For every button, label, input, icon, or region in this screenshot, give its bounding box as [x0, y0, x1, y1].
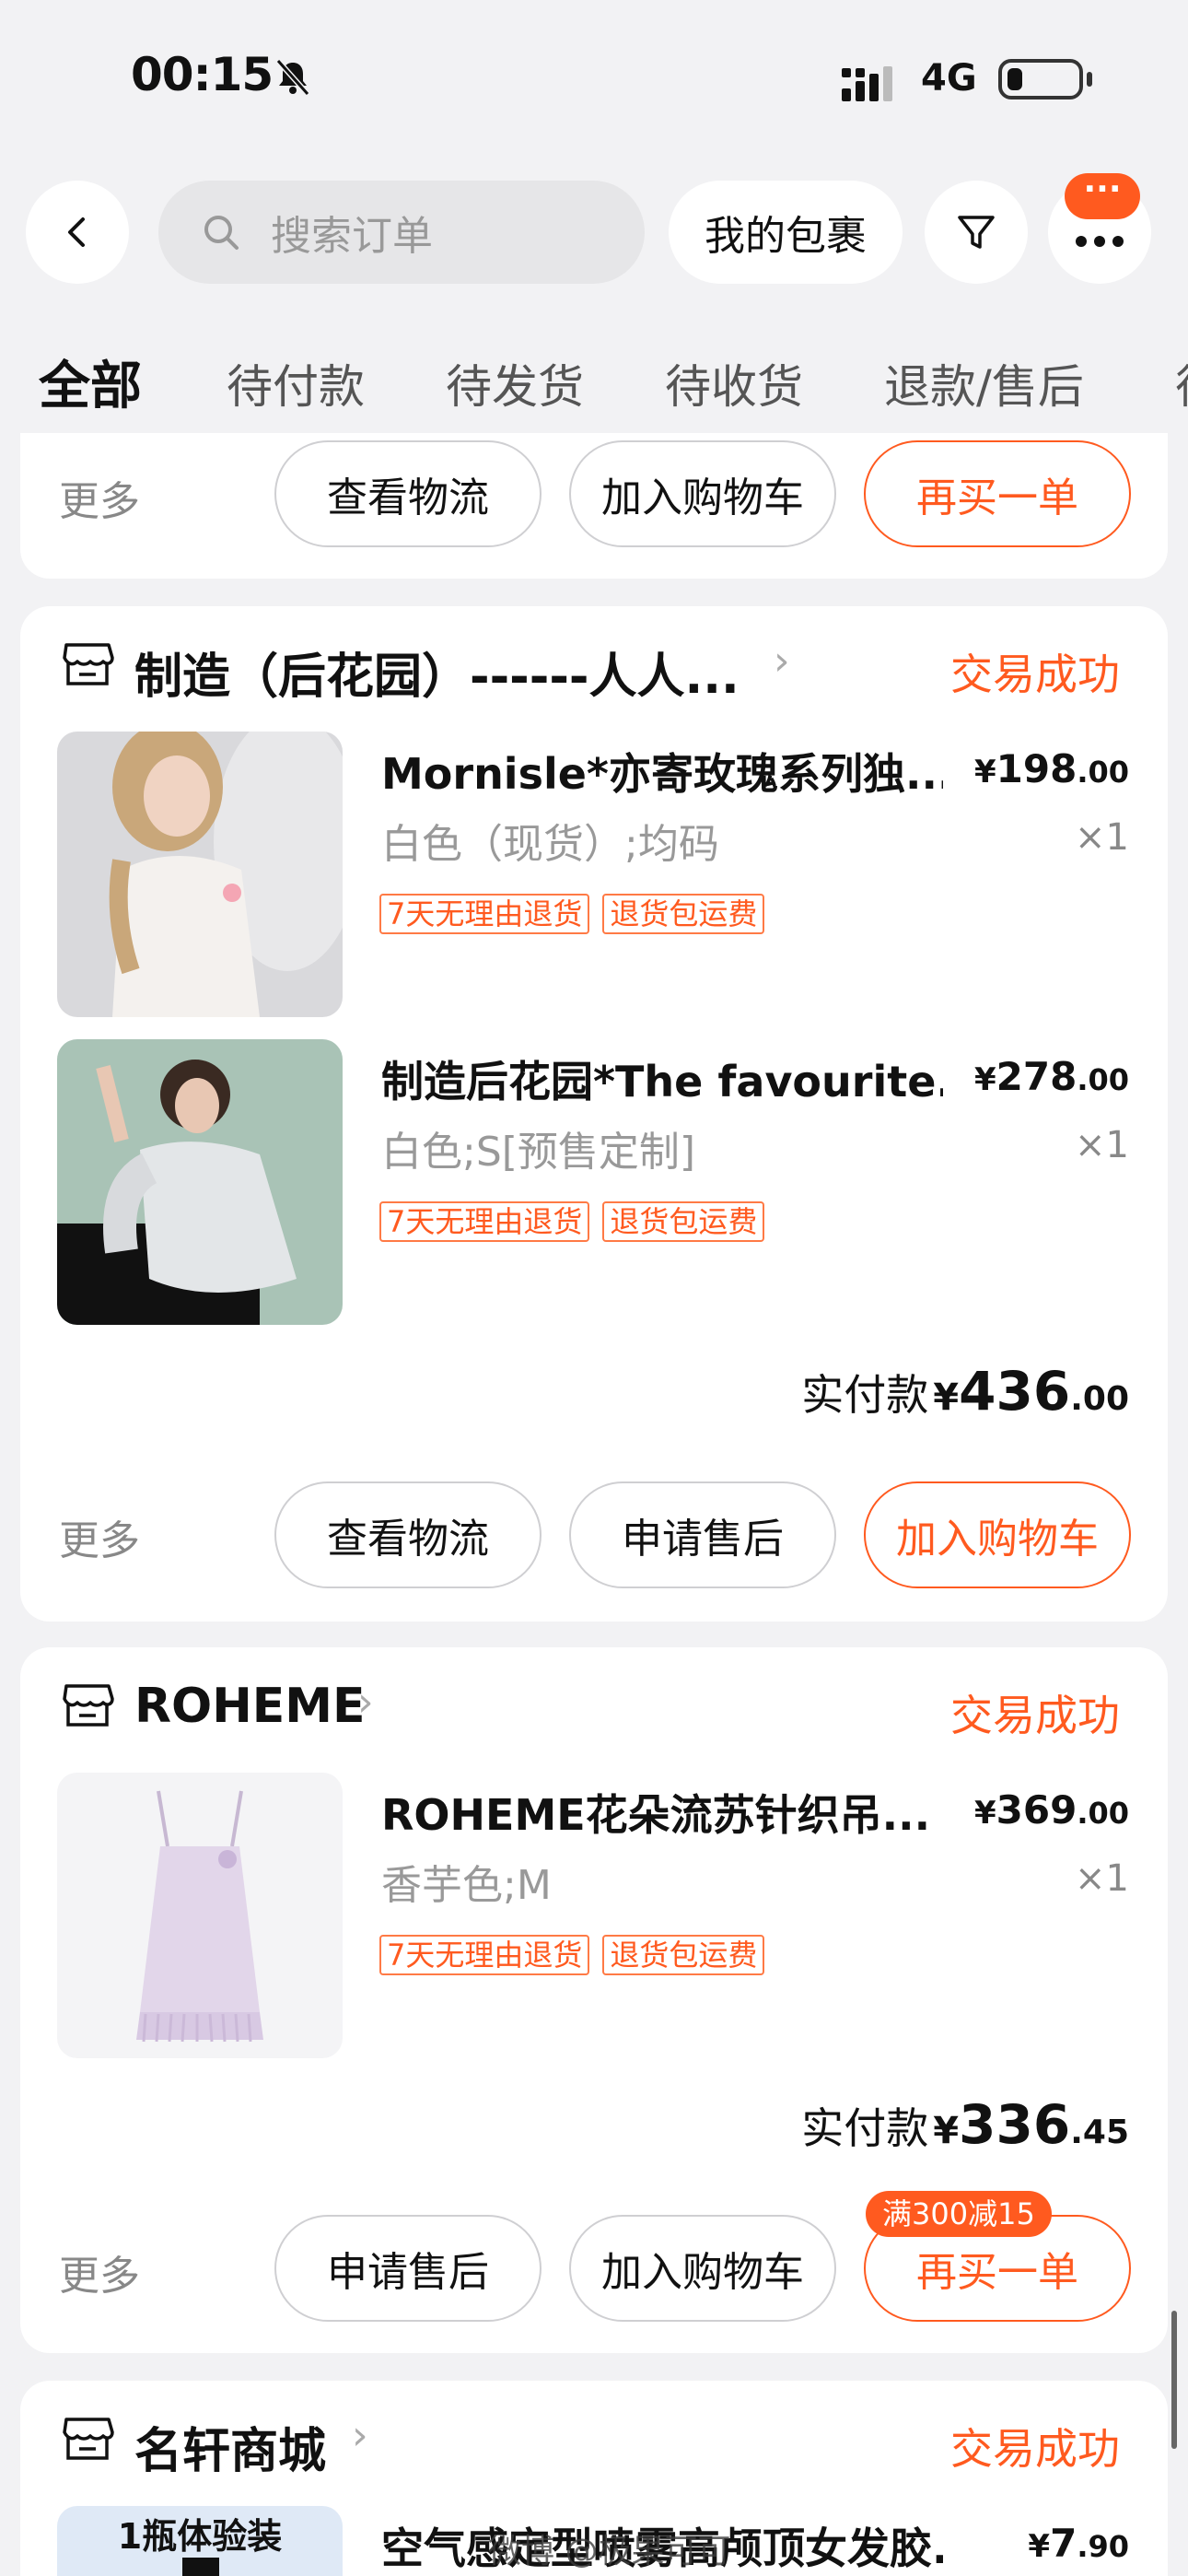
tab-refund[interactable]: 退款/售后: [884, 350, 1084, 416]
tab-pending-payment[interactable]: 待付款: [227, 350, 365, 416]
product-sku: 白色;S[预售定制]: [381, 1129, 696, 1176]
message-badge: ···: [1065, 173, 1140, 219]
battery-icon: [998, 59, 1092, 100]
store-name[interactable]: 名轩商城: [134, 2412, 326, 2481]
store-name[interactable]: 制造（后花园）------人人...: [134, 638, 761, 707]
filter-icon: [958, 216, 995, 249]
product-sku: 香芋色;M: [381, 1862, 552, 1909]
tag-7day-return: 7天无理由退货: [379, 894, 590, 934]
service-tags: 7天无理由退货 退货包运费: [379, 894, 765, 934]
product-price: ¥278.00: [973, 1054, 1129, 1099]
buy-again-button[interactable]: 再买一单: [864, 440, 1131, 547]
add-to-cart-button[interactable]: 加入购物车: [569, 2215, 836, 2322]
store-name[interactable]: ROHEME: [134, 1679, 366, 1734]
store-icon: [63, 1684, 114, 1727]
apply-after-sales-button[interactable]: 申请售后: [274, 2215, 542, 2322]
thumb-label: 1瓶体验装: [117, 2516, 283, 2557]
signal-icon: [842, 66, 892, 101]
tag-free-return-shipping: 退货包运费: [602, 1201, 765, 1242]
order-status: 交易成功: [950, 650, 1120, 699]
paid-amount: 实付款 ¥436.00: [801, 1360, 1129, 1423]
product-price: ¥369.00: [973, 1787, 1129, 1832]
tag-free-return-shipping: 退货包运费: [602, 894, 765, 934]
product-quantity: ×1: [1075, 816, 1129, 859]
my-packages-button[interactable]: 我的包裹: [669, 181, 903, 284]
product-photo: [57, 1039, 343, 1325]
tab-pending-receipt[interactable]: 待收货: [665, 350, 803, 416]
store-icon: [63, 2418, 114, 2460]
product-photo: [57, 1773, 343, 2058]
product-thumbnail[interactable]: [57, 1773, 343, 2058]
chevron-left-icon: [68, 217, 85, 247]
promo-badge: 满300减15: [866, 2191, 1052, 2237]
more-link[interactable]: 更多: [59, 2242, 140, 2301]
tag-7day-return: 7天无理由退货: [379, 1935, 590, 1975]
order-status: 交易成功: [950, 1691, 1120, 1740]
tag-7day-return: 7天无理由退货: [379, 1201, 590, 1242]
view-logistics-button[interactable]: 查看物流: [274, 440, 542, 547]
tab-partial[interactable]: 待: [1175, 350, 1188, 416]
view-logistics-button[interactable]: 查看物流: [274, 1481, 542, 1588]
bell-muted-icon: [275, 59, 310, 96]
chevron-right-icon: ›: [357, 1679, 374, 1726]
tag-free-return-shipping: 退货包运费: [602, 1935, 765, 1975]
service-tags: 7天无理由退货 退货包运费: [379, 1201, 765, 1242]
search-icon: [204, 216, 239, 250]
back-button[interactable]: [26, 181, 129, 284]
search-placeholder: 搜索订单: [271, 213, 433, 260]
product-price: ¥198.00: [973, 746, 1129, 791]
paid-amount: 实付款 ¥336.45: [801, 2093, 1129, 2156]
status-time: 00:15: [131, 48, 274, 101]
more-link[interactable]: 更多: [59, 468, 140, 527]
add-to-cart-button[interactable]: 加入购物车: [569, 440, 836, 547]
chevron-right-icon: ›: [352, 2412, 368, 2459]
product-title[interactable]: ROHEME花朵流苏针织吊...: [381, 1782, 943, 1843]
service-tags: 7天无理由退货 退货包运费: [379, 1935, 765, 1975]
store-icon: [63, 643, 114, 685]
product-title[interactable]: Mornisle*亦寄玫瑰系列独...: [381, 741, 943, 802]
apply-after-sales-button[interactable]: 申请售后: [569, 1481, 836, 1588]
product-title[interactable]: 制造后花园*The favourite...: [381, 1048, 943, 1109]
filter-button[interactable]: [925, 181, 1028, 284]
product-quantity: ×1: [1075, 1857, 1129, 1900]
network-type: 4G: [921, 57, 977, 100]
order-status: 交易成功: [950, 2424, 1120, 2474]
scroll-indicator[interactable]: [1171, 2311, 1177, 2449]
product-quantity: ×1: [1075, 1124, 1129, 1166]
watermark: 微博 @极果可可: [488, 2533, 731, 2570]
search-input[interactable]: 搜索订单: [158, 181, 645, 284]
tab-pending-shipment[interactable]: 待发货: [446, 350, 584, 416]
more-link[interactable]: 更多: [59, 1507, 140, 1566]
add-to-cart-button[interactable]: 加入购物车: [864, 1481, 1131, 1588]
product-price: ¥7.90: [1028, 2521, 1129, 2566]
product-photo: [57, 732, 343, 1017]
tab-all[interactable]: 全部: [39, 345, 142, 419]
product-thumbnail[interactable]: [57, 1039, 343, 1325]
more-dots-icon: [1076, 236, 1124, 247]
chevron-right-icon: ›: [774, 638, 790, 685]
product-sku: 白色（现货）;均码: [381, 821, 719, 868]
product-thumbnail[interactable]: [57, 732, 343, 1017]
product-thumbnail[interactable]: 1瓶体验装: [57, 2506, 343, 2576]
